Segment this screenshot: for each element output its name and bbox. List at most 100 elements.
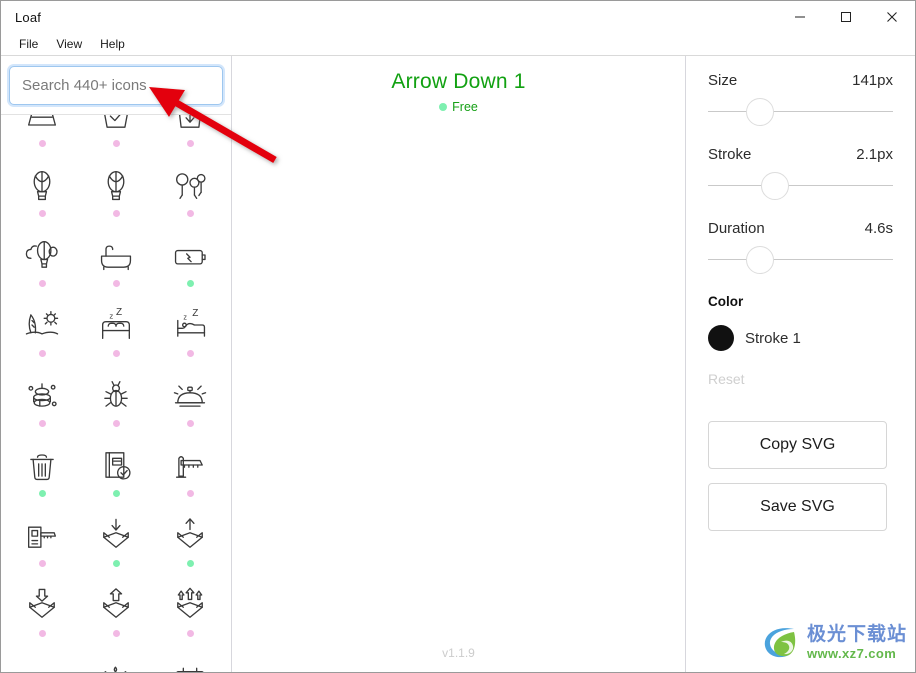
calendar-icon[interactable] <box>167 653 213 672</box>
icon-grid-cell[interactable] <box>5 439 79 509</box>
barrier-booth-icon[interactable] <box>19 513 65 557</box>
badge-dot-icon <box>439 103 448 111</box>
stroke-slider[interactable] <box>708 172 893 200</box>
stroke-color-swatch[interactable] <box>708 325 734 351</box>
icon-grid-cell[interactable] <box>153 509 227 579</box>
icon-grid-cell[interactable]: zZ <box>153 299 227 369</box>
menu-file[interactable]: File <box>10 36 47 52</box>
service-bell-icon[interactable] <box>167 373 213 417</box>
icon-grid-cell[interactable] <box>5 299 79 369</box>
icon-grid-cell[interactable] <box>153 369 227 439</box>
icon-status-dot <box>38 350 46 357</box>
size-header: Size 141px <box>708 72 893 89</box>
app-title: Loaf <box>15 9 42 25</box>
icon-grid-cell[interactable] <box>153 579 227 649</box>
settings-panel: Size 141px Stroke 2.1px Duration 4.6s Co… <box>686 56 915 672</box>
icon-grid-cell[interactable] <box>5 579 79 649</box>
icon-grid-cell[interactable] <box>79 649 153 672</box>
box-open-tools-icon[interactable] <box>19 115 65 137</box>
color-swatch-row[interactable]: Stroke 1 <box>708 325 893 351</box>
icon-status-dot <box>112 420 120 427</box>
box-check-icon[interactable] <box>93 115 139 137</box>
close-button[interactable] <box>869 1 915 33</box>
icon-grid-cell[interactable] <box>79 229 153 299</box>
size-slider[interactable] <box>708 98 893 126</box>
icon-grid-cell[interactable] <box>5 159 79 229</box>
box-arrows-up-triple-icon[interactable] <box>167 583 213 627</box>
icon-status-dot <box>186 490 194 497</box>
barrier-gate-icon[interactable] <box>167 443 213 487</box>
icon-grid-cell[interactable] <box>79 509 153 579</box>
stroke-slider-thumb[interactable] <box>760 172 789 200</box>
icon-library-panel: zZ zZ <box>1 56 232 672</box>
trash-bin-icon[interactable] <box>19 443 65 487</box>
size-slider-thumb[interactable] <box>745 98 774 126</box>
hot-air-balloon-cloud-icon[interactable] <box>19 233 65 277</box>
icon-status-dot <box>112 210 120 217</box>
icon-status-dot <box>186 140 194 147</box>
icon-status-dot <box>186 630 194 637</box>
search-input[interactable] <box>9 66 223 105</box>
stroke-label: Stroke <box>708 146 752 163</box>
size-slider-track <box>708 111 893 112</box>
copy-svg-button[interactable]: Copy SVG <box>708 421 887 469</box>
icon-grid-cell[interactable] <box>5 229 79 299</box>
bathtub-icon[interactable] <box>93 233 139 277</box>
icon-grid-cell[interactable] <box>153 229 227 299</box>
candles-icon[interactable] <box>93 653 139 672</box>
icon-grid-cell[interactable]: zZ <box>79 299 153 369</box>
icon-grid-cell[interactable] <box>153 649 227 672</box>
duration-control: Duration 4.6s <box>708 220 893 274</box>
minimize-button[interactable] <box>777 1 823 33</box>
bug-icon[interactable] <box>93 373 139 417</box>
icon-grid-cell[interactable] <box>153 115 227 159</box>
bed-person-sleep-icon[interactable]: zZ <box>167 303 213 347</box>
icon-grid-cell[interactable] <box>79 159 153 229</box>
icon-grid-cell[interactable] <box>153 439 227 509</box>
icon-grid-cell[interactable] <box>5 509 79 579</box>
watermark-url: www.xz7.com <box>806 645 897 661</box>
icon-grid-cell[interactable] <box>79 369 153 439</box>
menu-help[interactable]: Help <box>91 36 134 52</box>
box-arrow-in-down-icon[interactable] <box>93 513 139 557</box>
box-arrow-up-fill-icon[interactable] <box>93 583 139 627</box>
icon-grid-cell[interactable] <box>5 369 79 439</box>
box-arrow-down-icon[interactable] <box>167 115 213 137</box>
box-arrow-out-up-icon[interactable] <box>167 513 213 557</box>
watermark-logo-icon <box>764 628 796 658</box>
duration-slider[interactable] <box>708 246 893 274</box>
candles-small-icon[interactable] <box>19 653 65 672</box>
icon-grid[interactable]: zZ zZ <box>1 115 231 672</box>
duration-slider-track <box>708 259 893 260</box>
icon-status-dot <box>186 560 194 567</box>
reset-link[interactable]: Reset <box>708 371 893 387</box>
balloons-icon[interactable] <box>167 163 213 207</box>
icon-status-dot <box>112 140 120 147</box>
icon-grid-cell[interactable] <box>5 115 79 159</box>
hot-air-balloon-2-icon[interactable] <box>93 163 139 207</box>
menu-view[interactable]: View <box>47 36 91 52</box>
hot-air-balloon-icon[interactable] <box>19 163 65 207</box>
icon-grid-cell[interactable] <box>5 649 79 672</box>
icon-grid-cell[interactable] <box>153 159 227 229</box>
icon-status-dot <box>186 420 194 427</box>
maximize-button[interactable] <box>823 1 869 33</box>
icon-grid-cell[interactable] <box>79 579 153 649</box>
battery-charging-icon[interactable] <box>167 233 213 277</box>
stroke-slider-track <box>708 185 893 186</box>
icon-status-dot <box>112 490 120 497</box>
stroke-control: Stroke 2.1px <box>708 146 893 200</box>
icon-grid-cell[interactable] <box>79 115 153 159</box>
svg-text:Z: Z <box>116 307 122 318</box>
icon-status-dot <box>112 350 120 357</box>
badge-label: Free <box>452 100 478 114</box>
book-check-icon[interactable] <box>93 443 139 487</box>
save-svg-button[interactable]: Save SVG <box>708 483 887 531</box>
box-arrow-down-fill-icon[interactable] <box>19 583 65 627</box>
beehive-icon[interactable] <box>19 373 65 417</box>
duration-slider-thumb[interactable] <box>745 246 774 274</box>
icon-grid-cell[interactable] <box>79 439 153 509</box>
main-content: zZzZ Arrow Down 1 Free v1.1.9 Size 141px <box>1 55 915 672</box>
beach-sun-icon[interactable] <box>19 303 65 347</box>
bed-double-sleep-icon[interactable]: zZ <box>93 303 139 347</box>
